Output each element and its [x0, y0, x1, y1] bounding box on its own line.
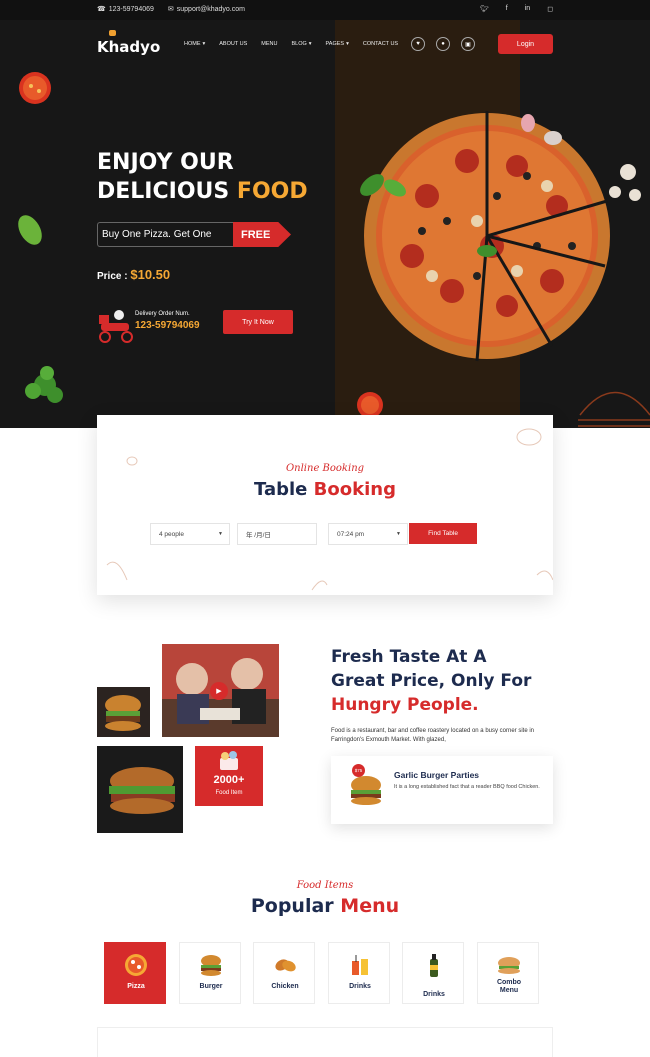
offer-tag: FREE: [233, 222, 291, 247]
burger-sketch-image: [578, 391, 650, 427]
heart-icon: ♥: [416, 41, 420, 47]
mushroom-image: [609, 164, 641, 201]
facebook-icon[interactable]: f: [506, 5, 508, 13]
time-select[interactable]: 07:24 pm ▼: [328, 523, 408, 545]
chevron-down-icon: ▾: [346, 41, 349, 47]
burger-icon: [351, 776, 381, 805]
category-drinks[interactable]: Drinks: [328, 942, 390, 1004]
category-chicken[interactable]: Chicken: [253, 942, 315, 1004]
booking-title: Table Booking: [254, 479, 396, 500]
category-pizza[interactable]: Pizza: [104, 942, 166, 1004]
chevron-down-icon: ▼: [218, 531, 223, 537]
nav-about[interactable]: ABOUT US: [219, 41, 247, 47]
mail-icon: ✉: [167, 6, 174, 13]
combo-icon: [498, 957, 520, 974]
email-contact[interactable]: ✉ support@khadyo.com: [167, 5, 245, 14]
bottle-icon: [430, 954, 438, 977]
basil-leaf-image: [18, 215, 42, 245]
play-icon: ▶: [216, 688, 222, 695]
nav-contact[interactable]: CONTACT US: [363, 41, 398, 47]
phone-icon: ☎: [97, 6, 106, 13]
table-booking-card: Online Booking Table Booking 4 people ▼ 年…: [97, 415, 553, 595]
parsley-image: [25, 366, 63, 403]
chevron-down-icon: ▾: [308, 41, 312, 47]
chicken-icon: [275, 959, 296, 972]
menu-subtitle: Food Items: [296, 880, 354, 891]
food-icon: [220, 751, 238, 770]
wishlist-button[interactable]: ♥: [411, 37, 425, 51]
price-badge: $75: [352, 764, 365, 777]
top-bar: ☎ 123-59794069 ✉ support@khadyo.com 🐦︎ f i…: [0, 0, 650, 20]
category-drinks-bottle[interactable]: Drinks: [402, 942, 464, 1004]
cart-icon: ▣: [465, 41, 471, 48]
chevron-down-icon: ▾: [202, 41, 206, 47]
party-description: It is a long established fact that a rea…: [394, 784, 540, 790]
try-it-now-button[interactable]: Try It Now: [223, 310, 293, 334]
hero-price: Price : $10.50: [97, 267, 171, 282]
play-button[interactable]: ▶: [210, 682, 228, 700]
user-icon: ●: [441, 41, 445, 47]
drinks-icon: [352, 955, 368, 975]
delivery-scooter-icon: [99, 310, 133, 343]
nav-blog[interactable]: BLOG ▾: [291, 41, 311, 47]
hero-section: Khadyo HOME ▾ ABOUT US MENU BLOG ▾ PAGES ▾ …: [0, 20, 650, 428]
nav-menu[interactable]: MENU: [261, 41, 277, 47]
date-input[interactable]: 年 /月/日: [237, 523, 317, 545]
burger-party-card[interactable]: $75 Garlic Burger Parties It is a long e…: [331, 756, 553, 824]
menu-title: Popular Menu: [250, 895, 400, 917]
booking-subtitle: Online Booking: [285, 463, 365, 474]
nav-home[interactable]: HOME ▾: [184, 41, 205, 47]
site-logo[interactable]: Khadyo: [97, 30, 160, 56]
booking-decorations: [106, 428, 553, 591]
pizza-image: [364, 111, 610, 362]
people-select[interactable]: 4 people ▼: [150, 523, 230, 545]
category-combo-menu[interactable]: Combo Menu: [477, 942, 539, 1004]
tomato-image: [19, 72, 51, 104]
party-title: Garlic Burger Parties: [394, 770, 480, 780]
offer-text: Buy One Pizza. Get One: [97, 222, 235, 247]
nav-pages[interactable]: PAGES ▾: [326, 41, 349, 47]
linkedin-icon[interactable]: in: [525, 5, 530, 13]
offer-banner: Buy One Pizza. Get One FREE: [97, 222, 293, 247]
food-item-stat: 2000+ Food Item: [195, 746, 263, 806]
pizza-icon: [125, 954, 147, 976]
delivery-label: Delivery Order Num.: [135, 311, 190, 317]
login-button[interactable]: Login: [498, 34, 553, 54]
sandwich-image: [97, 746, 183, 833]
chevron-down-icon: ▼: [396, 531, 401, 537]
instagram-icon[interactable]: ◻: [547, 5, 553, 13]
main-nav: HOME ▾ ABOUT US MENU BLOG ▾ PAGES ▾ CONTACT…: [184, 41, 398, 47]
burger-icon: [201, 955, 221, 976]
twitter-icon[interactable]: 🐦︎: [480, 5, 489, 13]
chef-hat-icon: [109, 30, 116, 36]
menu-items-panel: [97, 1027, 553, 1057]
account-button[interactable]: ●: [436, 37, 450, 51]
category-burger[interactable]: Burger: [179, 942, 241, 1004]
about-description: Food is a restaurant, bar and coffee roa…: [331, 728, 535, 743]
about-heading: Fresh Taste At A Great Price, Only For H…: [331, 647, 532, 715]
phone-contact[interactable]: ☎ 123-59794069: [97, 5, 154, 14]
burger-image: [97, 687, 150, 737]
delivery-phone[interactable]: 123-59794069: [135, 320, 200, 331]
cart-button[interactable]: ▣: [461, 37, 475, 51]
find-table-button[interactable]: Find Table: [409, 523, 477, 544]
hero-heading: ENJOY OUR DELICIOUS FOOD: [97, 150, 308, 204]
video-thumbnail[interactable]: ▶: [162, 644, 279, 737]
